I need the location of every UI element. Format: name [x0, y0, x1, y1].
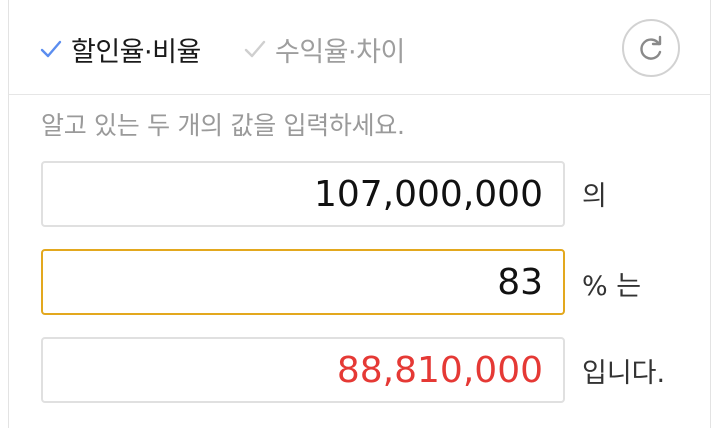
base-value-suffix: 의 [582, 181, 607, 212]
refresh-icon [640, 35, 662, 60]
tab-label: 수익율·차이 [275, 36, 405, 68]
check-icon [40, 40, 62, 58]
percent-input[interactable]: 83 [41, 249, 565, 315]
tab-bar: 할인율·비율 수익율·차이 [9, 0, 710, 95]
tab-profit-difference[interactable]: 수익율·차이 [241, 26, 405, 72]
tab-discount-ratio[interactable]: 할인율·비율 [37, 26, 201, 72]
tab-label: 할인율·비율 [71, 36, 201, 68]
result-suffix: 입니다. [582, 358, 666, 389]
reset-button[interactable] [622, 19, 680, 77]
percent-suffix: % 는 [582, 271, 642, 302]
instruction-text: 알고 있는 두 개의 값을 입력하세요. [41, 111, 405, 140]
result-input[interactable]: 88,810,000 [41, 337, 565, 403]
check-icon [244, 40, 266, 58]
base-value-input[interactable]: 107,000,000 [41, 161, 565, 227]
calculator-panel: 할인율·비율 수익율·차이 알고 있는 두 개의 값을 입력하세요. 107,0… [8, 0, 711, 428]
